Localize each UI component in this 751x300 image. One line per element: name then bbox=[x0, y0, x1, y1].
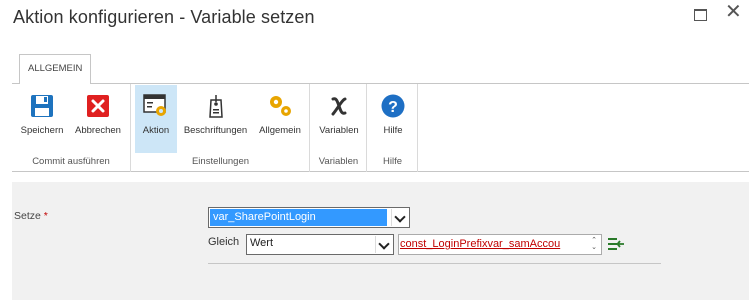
labels-button[interactable]: Beschriftungen bbox=[179, 85, 252, 153]
save-icon bbox=[31, 95, 53, 117]
variable-select-value: var_SharePointLogin bbox=[210, 209, 387, 226]
spinner-up-icon[interactable]: ⌃ bbox=[589, 237, 599, 244]
tab-allgemein[interactable]: ALLGEMEIN bbox=[19, 54, 92, 84]
help-icon: ? bbox=[381, 94, 405, 118]
divider bbox=[208, 263, 661, 264]
cancel-label: Abbrechen bbox=[75, 125, 121, 136]
action-settings-icon bbox=[143, 94, 166, 116]
variables-button[interactable]: Variablen bbox=[314, 85, 364, 153]
svg-text:?: ? bbox=[388, 99, 398, 116]
value-input[interactable]: const_LoginPrefixvar_samAccou ⌃ ⌄ bbox=[398, 234, 602, 255]
gears-icon bbox=[270, 96, 291, 116]
window-title: Aktion konfigurieren - Variable setzen bbox=[13, 7, 315, 27]
ribbon: Speichern Abbrechen Commit ausführen Akt… bbox=[12, 83, 749, 172]
expression-builder-icon[interactable] bbox=[607, 236, 625, 252]
group-label-einstellungen: Einstellungen bbox=[191, 156, 250, 167]
action-button[interactable]: Aktion bbox=[135, 85, 177, 153]
gleich-label: Gleich bbox=[208, 236, 240, 248]
group-label-commit: Commit ausführen bbox=[32, 156, 110, 167]
cancel-button[interactable]: Abbrechen bbox=[69, 85, 127, 153]
labels-label: Beschriftungen bbox=[183, 125, 248, 136]
setze-label-text: Setze bbox=[14, 210, 41, 222]
spinner-icon[interactable]: ⌃ ⌄ bbox=[589, 237, 599, 252]
ribbon-tab-bar: ALLGEMEIN bbox=[0, 46, 751, 84]
required-marker: * bbox=[43, 210, 48, 222]
setze-label: Setze * bbox=[14, 210, 48, 222]
group-label-hilfe: Hilfe bbox=[382, 156, 402, 167]
value-input-text: const_LoginPrefixvar_samAccou bbox=[400, 238, 561, 250]
variables-label: Variablen bbox=[319, 125, 359, 136]
value-type-select[interactable]: Wert bbox=[246, 234, 394, 255]
cancel-icon bbox=[87, 95, 109, 117]
group-label-variablen: Variablen bbox=[318, 156, 359, 167]
save-button[interactable]: Speichern bbox=[16, 85, 68, 153]
help-label: Hilfe bbox=[383, 125, 403, 136]
chevron-down-icon[interactable] bbox=[391, 209, 408, 226]
form-area: Setze * var_SharePointLogin Gleich Wert … bbox=[12, 182, 749, 300]
close-icon[interactable]: ✕ bbox=[725, 2, 742, 22]
ribbon-group-variablen: Variablen Variablen bbox=[311, 84, 367, 172]
tag-icon bbox=[208, 95, 223, 118]
value-type-select-value: Wert bbox=[250, 237, 274, 249]
ribbon-group-einstellungen: Aktion Beschriftungen Allgemein Einstell… bbox=[132, 84, 310, 172]
ribbon-group-hilfe: ? Hilfe Hilfe bbox=[368, 84, 418, 172]
ribbon-group-commit: Speichern Abbrechen Commit ausführen bbox=[12, 84, 131, 172]
chevron-down-icon[interactable] bbox=[375, 236, 392, 253]
variable-select[interactable]: var_SharePointLogin bbox=[208, 207, 410, 228]
spinner-down-icon[interactable]: ⌄ bbox=[589, 244, 599, 251]
help-button[interactable]: ? Hilfe bbox=[370, 85, 416, 153]
action-label: Aktion bbox=[142, 125, 170, 136]
variable-x-icon bbox=[331, 97, 347, 116]
general-button[interactable]: Allgemein bbox=[254, 85, 306, 153]
title-bar: Aktion konfigurieren - Variable setzen ✕ bbox=[0, 0, 751, 46]
general-label: Allgemein bbox=[259, 125, 301, 136]
save-label: Speichern bbox=[20, 125, 64, 136]
maximize-icon[interactable] bbox=[694, 9, 710, 25]
